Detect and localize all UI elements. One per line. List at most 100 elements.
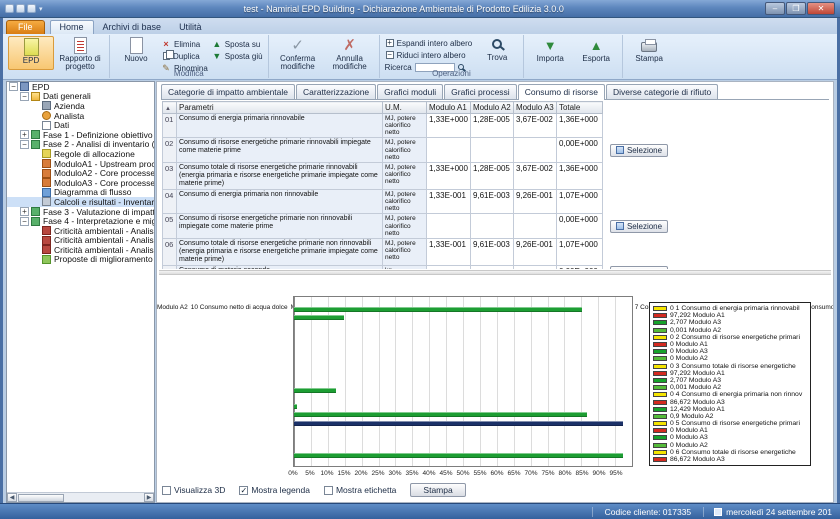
riduci-albero-button[interactable]: − Riduci intero albero — [383, 50, 475, 60]
selezione-button-row-02[interactable]: Selezione — [610, 144, 668, 157]
chart-row — [294, 427, 632, 435]
checkbox-mostra-legenda[interactable]: ✓Mostra legenda — [239, 485, 310, 495]
folder-icon — [31, 92, 40, 101]
tab-archivi-di-base[interactable]: Archivi di base — [94, 21, 171, 34]
tree-item-moduloa1-upstream-processes[interactable]: ModuloA1 - Upstream processes — [7, 159, 154, 169]
scroll-right-icon[interactable]: ▶ — [144, 493, 154, 502]
rapporto-di-progetto-button[interactable]: Rapporto di progetto — [54, 36, 106, 73]
scroll-left-icon[interactable]: ◀ — [7, 493, 17, 502]
confirm-check-icon: ✓ — [291, 37, 304, 54]
annulla-modifiche-button[interactable]: ✗ Annulla modifiche — [324, 36, 376, 73]
chart-row — [294, 378, 632, 386]
conferma-modifiche-button[interactable]: ✓ Conferma modifiche — [272, 36, 324, 73]
ribbon-group-modifiche: ✓ Conferma modifiche ✗ Annulla modifiche — [269, 35, 380, 78]
tree-horizontal-scrollbar[interactable]: ◀ ▶ — [7, 492, 154, 502]
tab-file[interactable]: File — [6, 20, 45, 34]
column-header-parametri[interactable]: Parametri — [177, 102, 383, 114]
undo-icon[interactable] — [27, 4, 36, 13]
collapse-icon[interactable]: − — [20, 140, 29, 149]
elimina-button[interactable]: × Elimina — [159, 39, 210, 49]
collapse-icon[interactable]: − — [20, 217, 29, 226]
nuovo-button[interactable]: Nuovo — [113, 36, 159, 70]
results-table-head-row: ▲ParametriU.M.Modulo A1Modulo A2Modulo A… — [163, 102, 671, 114]
tree-item-dati[interactable]: Dati — [7, 120, 154, 130]
scrollbar-thumb[interactable] — [18, 494, 64, 502]
tab-utilita[interactable]: Utilità — [170, 21, 211, 34]
esporta-button[interactable]: ▲ Esporta — [573, 36, 619, 70]
tree-item-regole-di-allocazione[interactable]: Regole di allocazione — [7, 149, 154, 159]
tree-item-moduloa3-core-processes[interactable]: ModuloA3 - Core processes — [7, 178, 154, 188]
tree-item-analista[interactable]: Analista — [7, 111, 154, 121]
tree-item-moduloa2-core-processes[interactable]: ModuloA2 - Core processes — [7, 168, 154, 178]
epd-button[interactable]: EPD — [8, 36, 54, 70]
duplica-button[interactable]: Duplica — [159, 51, 210, 61]
tab-grafici-moduli[interactable]: Grafici moduli — [377, 84, 443, 99]
move-up-icon: ▲ — [212, 39, 222, 49]
tab-consumo-di-risorse[interactable]: Consumo di risorse — [518, 84, 605, 100]
stampa-chart-button[interactable]: Stampa — [410, 483, 465, 497]
tree-item-criticit-ambientali-analisi-dei-co[interactable]: Criticità ambientali - Analisi dei Contr… — [7, 245, 154, 255]
legend-item: 0 Modulo A1 — [653, 427, 807, 434]
legend-item: 0 Modulo A1 — [653, 341, 807, 348]
tree-item-diagramma-di-flusso[interactable]: Diagramma di flusso — [7, 188, 154, 198]
close-button[interactable] — [807, 2, 835, 15]
collapse-icon[interactable]: − — [9, 82, 18, 91]
column-header-modulo-a1[interactable]: Modulo A1 — [427, 102, 471, 114]
tree-item-fase-4-interpretazione-e-miglioram[interactable]: −Fase 4 - Interpretazione e migliorament… — [7, 216, 154, 226]
legend-swatch — [653, 457, 667, 462]
tree-item-criticit-ambientali-analisi-dei-co[interactable]: Criticità ambientali - Analisi dei Contr… — [7, 236, 154, 246]
tree-item-epd[interactable]: −EPD — [7, 82, 154, 92]
minimize-button[interactable] — [765, 2, 785, 15]
legend-item: 2,707 Modulo A3 — [653, 319, 807, 326]
selezione-button-row-07[interactable]: Selezione — [610, 266, 668, 269]
collapse-tree-icon: − — [386, 51, 394, 59]
tree-item-proposte-di-miglioramento[interactable]: Proposte di miglioramento — [7, 255, 154, 265]
tab-grafici-processi[interactable]: Grafici processi — [444, 84, 517, 99]
expand-icon[interactable]: + — [20, 130, 29, 139]
column-header-modulo-a2[interactable]: Modulo A2 — [470, 102, 513, 114]
legend-item: 86,672 Modulo A3 — [653, 398, 807, 405]
legend-item: 2,707 Modulo A3 — [653, 377, 807, 384]
stampa-ribbon-button[interactable]: Stampa — [626, 36, 672, 70]
x-tick-label: 40% — [422, 470, 435, 477]
column-header-totale[interactable]: Totale — [556, 102, 602, 114]
legend-swatch — [653, 342, 667, 347]
column-header-u-m[interactable]: U.M. — [383, 102, 427, 114]
tree-item-calcoli-e-risultati-inventario[interactable]: Calcoli e risultati - Inventario — [7, 197, 154, 207]
tab-home[interactable]: Home — [50, 20, 94, 34]
column-header-row-num[interactable]: ▲ — [163, 102, 177, 114]
legend-item: 0 6 Consumo totale di risorse energetich… — [653, 449, 807, 456]
tree-item-dati-generali[interactable]: −Dati generali — [7, 92, 154, 102]
tree-item-azienda[interactable]: Azienda — [7, 101, 154, 111]
save-icon[interactable] — [16, 4, 25, 13]
espandi-albero-button[interactable]: + Espandi intero albero — [383, 38, 475, 48]
tree-item-fase-3-valutazione-di-impatto-ambi[interactable]: +Fase 3 - Valutazione di impatto ambient… — [7, 207, 154, 217]
legend-swatch — [653, 356, 667, 361]
chart-row — [294, 321, 632, 329]
horizontal-splitter[interactable] — [159, 270, 831, 275]
x-tick-label: 90% — [592, 470, 605, 477]
tab-caratterizzazione[interactable]: Caratterizzazione — [296, 84, 376, 99]
trova-button[interactable]: Trova — [474, 36, 520, 70]
checkbox-mostra-etichetta[interactable]: Mostra etichetta — [324, 485, 396, 495]
selezione-button-row-05[interactable]: Selezione — [610, 220, 668, 233]
x-tick-label: 50% — [456, 470, 469, 477]
sposta-su-button[interactable]: ▲ Sposta su — [210, 39, 265, 49]
column-header-modulo-a3[interactable]: Modulo A3 — [513, 102, 556, 114]
checkbox-visualizza-3d[interactable]: Visualizza 3D — [162, 485, 225, 495]
tree-item-fase-1-definizione-obiettivo-e-cam[interactable]: +Fase 1 - Definizione obiettivo e campo … — [7, 130, 154, 140]
expand-icon[interactable]: + — [20, 207, 29, 216]
importa-button[interactable]: ▼ Importa — [527, 36, 573, 70]
collapse-icon[interactable]: − — [20, 92, 29, 101]
tab-categorie-di-impatto-ambientale[interactable]: Categorie di impatto ambientale — [161, 84, 295, 99]
x-tick-label: 5% — [305, 470, 314, 477]
maximize-button[interactable] — [786, 2, 806, 15]
chart-row — [294, 370, 632, 378]
x-tick-label: 60% — [490, 470, 503, 477]
tree-item-fase-2-analisi-di-inventario-lci[interactable]: −Fase 2 - Analisi di inventario (LCI) — [7, 140, 154, 150]
module-icon — [42, 159, 51, 168]
legend-item: 0 3 Consumo totale di risorse energetich… — [653, 363, 807, 370]
tree-item-criticit-ambientali-analisi-dei-co[interactable]: Criticità ambientali - Analisi dei Contr… — [7, 226, 154, 236]
tab-diverse-categorie-di-rifiuto[interactable]: Diverse categorie di rifiuto — [606, 84, 718, 99]
sposta-giu-button[interactable]: ▼ Sposta giù — [210, 51, 265, 61]
